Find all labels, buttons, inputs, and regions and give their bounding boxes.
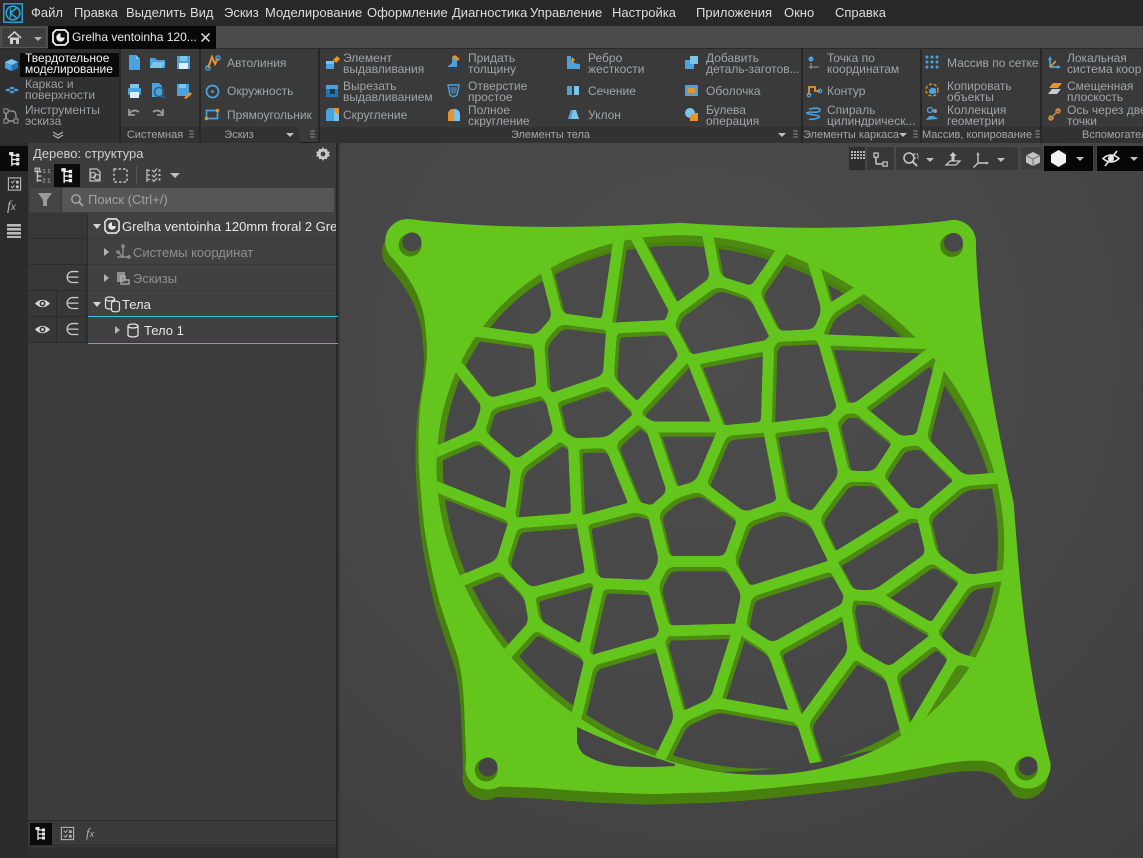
svg-text:1 11: 1 11 [43,169,52,175]
svg-text:2 12: 2 12 [43,178,52,184]
